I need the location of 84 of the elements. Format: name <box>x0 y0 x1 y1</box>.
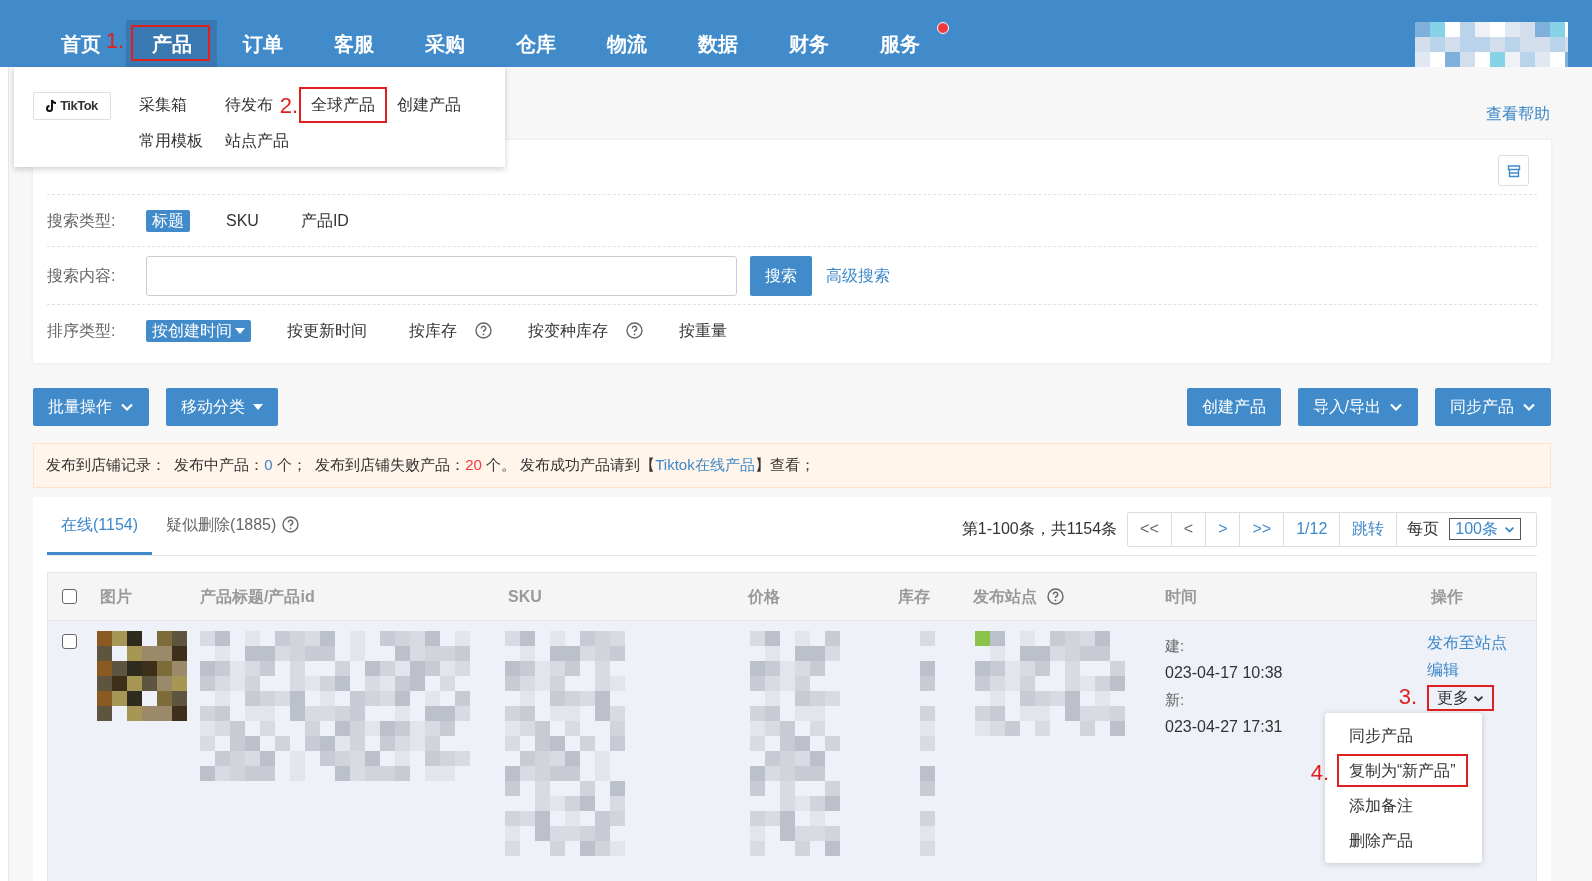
filter-option[interactable]: 按变种库存 <box>522 319 614 342</box>
toolbar-button[interactable]: 同步产品 <box>1435 388 1551 426</box>
per-page-label: 每页 <box>1406 519 1441 539</box>
menu-item[interactable]: 创建产品 <box>387 87 471 123</box>
updated-time: 023-04-27 17:31 <box>1165 717 1283 737</box>
column-header: 图片 <box>100 586 132 607</box>
nav-tab[interactable]: 客服 <box>308 20 399 67</box>
column-header: 价格 <box>748 586 780 607</box>
menu-item[interactable]: 站点产品 <box>215 123 299 159</box>
online-products-link[interactable]: Tiktok在线产品 <box>655 456 755 474</box>
row-action-link[interactable]: 编辑 <box>1427 658 1459 681</box>
music-note-icon <box>46 99 59 113</box>
step-number: 2. <box>279 95 298 117</box>
nav-tab[interactable]: 财务 <box>763 20 854 67</box>
tiktok-logo-badge[interactable]: TikTok <box>33 92 111 120</box>
column-header: SKU <box>508 586 542 607</box>
nav-tab[interactable]: 服务 <box>854 20 945 67</box>
updated-label: 新: <box>1165 690 1185 710</box>
filter-option[interactable]: 标题 <box>146 209 190 232</box>
page-summary: 第1-100条，共1154条 <box>961 519 1118 539</box>
per-page-select[interactable]: 100条 <box>1449 518 1521 540</box>
menu-item[interactable]: 删除产品 <box>1337 824 1425 857</box>
row-checkbox[interactable] <box>62 634 77 649</box>
notice-text: 发布到店铺记录： 发布中产品：0 个； 发布到店铺失败产品：20 个。 发布成功产品请到【Tiktok在线产品】查看； <box>46 455 815 476</box>
nav-tab[interactable]: 仓库 <box>490 20 581 67</box>
column-header: 库存 <box>898 586 930 607</box>
step-number: 1. <box>105 30 124 52</box>
page-button[interactable]: 跳转 <box>1340 512 1398 546</box>
nav-tab[interactable]: 订单 <box>217 20 308 67</box>
search-button[interactable]: 搜索 <box>750 255 812 296</box>
list-tab[interactable]: 在线(1154) <box>47 497 153 555</box>
help-icon[interactable] <box>626 322 643 339</box>
toolbar-button[interactable]: 创建产品 <box>1186 388 1281 426</box>
menu-item[interactable]: 常用模板 <box>129 123 213 159</box>
column-header: 时间 <box>1165 586 1197 607</box>
page-button[interactable]: << <box>1128 512 1172 546</box>
select-all-checkbox[interactable] <box>62 589 77 604</box>
page-button[interactable]: > <box>1206 512 1241 546</box>
filter-label: 搜索内容: <box>47 265 117 286</box>
caret-down-icon <box>253 404 263 410</box>
search-field[interactable] <box>146 255 737 296</box>
created-time: 023-04-17 10:38 <box>1165 663 1283 683</box>
column-header: 发布站点 <box>973 586 1037 607</box>
menu-item[interactable]: 添加备注 <box>1337 789 1425 822</box>
filter-option[interactable]: SKU <box>220 209 265 232</box>
filter-label: 搜索类型: <box>47 210 117 231</box>
step-number: 4. <box>1310 762 1329 784</box>
list-tab[interactable]: 疑似删除(1885) <box>152 497 314 555</box>
caret-down-icon <box>235 327 245 334</box>
filter-label: 排序类型: <box>47 320 117 341</box>
filter-option[interactable]: 按更新时间 <box>281 319 373 342</box>
page-button[interactable]: >> <box>1240 512 1285 546</box>
nav-tab[interactable]: 采购 <box>399 20 490 67</box>
menu-item[interactable]: 复制为“新产品” <box>1337 754 1468 787</box>
filter-option[interactable]: 按重量 <box>673 319 733 342</box>
page-button[interactable]: < <box>1171 512 1207 546</box>
annotation-frame <box>1427 685 1494 711</box>
menu-item[interactable]: 同步产品 <box>1337 719 1425 752</box>
nav-tab[interactable]: 产品 <box>126 20 217 67</box>
toolbar-button[interactable]: 批量操作 <box>33 388 149 426</box>
help-link[interactable]: 查看帮助 <box>1486 102 1550 126</box>
step-number: 3. <box>1398 686 1417 708</box>
menu-item[interactable]: 全球产品 <box>299 87 387 123</box>
advanced-search-link[interactable]: 高级搜索 <box>826 263 890 288</box>
logo-text: TikTok <box>60 97 98 116</box>
help-icon[interactable] <box>475 322 492 339</box>
store-icon <box>1506 163 1521 178</box>
nav-tab[interactable]: 物流 <box>581 20 672 67</box>
row-action-link[interactable]: 发布至站点 <box>1427 631 1507 654</box>
menu-item[interactable]: 采集箱 <box>129 87 197 123</box>
nav-tab[interactable]: 数据 <box>672 20 763 67</box>
column-header: 操作 <box>1431 586 1463 607</box>
page-button[interactable]: 1/12 <box>1284 512 1341 546</box>
toolbar-button[interactable]: 移动分类 <box>166 388 278 426</box>
toolbar-button[interactable]: 导入/导出 <box>1297 388 1418 426</box>
filter-option[interactable]: 产品ID <box>294 209 355 232</box>
store-icon-button[interactable] <box>1498 155 1529 186</box>
more-button[interactable]: 更多 <box>1427 685 1494 711</box>
help-icon[interactable] <box>1047 588 1064 605</box>
created-label: 建: <box>1165 636 1185 656</box>
filter-option[interactable]: 按库存 <box>403 319 463 342</box>
filter-option[interactable]: 按创建时间 <box>146 319 251 342</box>
column-header: 产品标题/产品id <box>200 586 315 607</box>
help-icon[interactable] <box>282 516 300 533</box>
